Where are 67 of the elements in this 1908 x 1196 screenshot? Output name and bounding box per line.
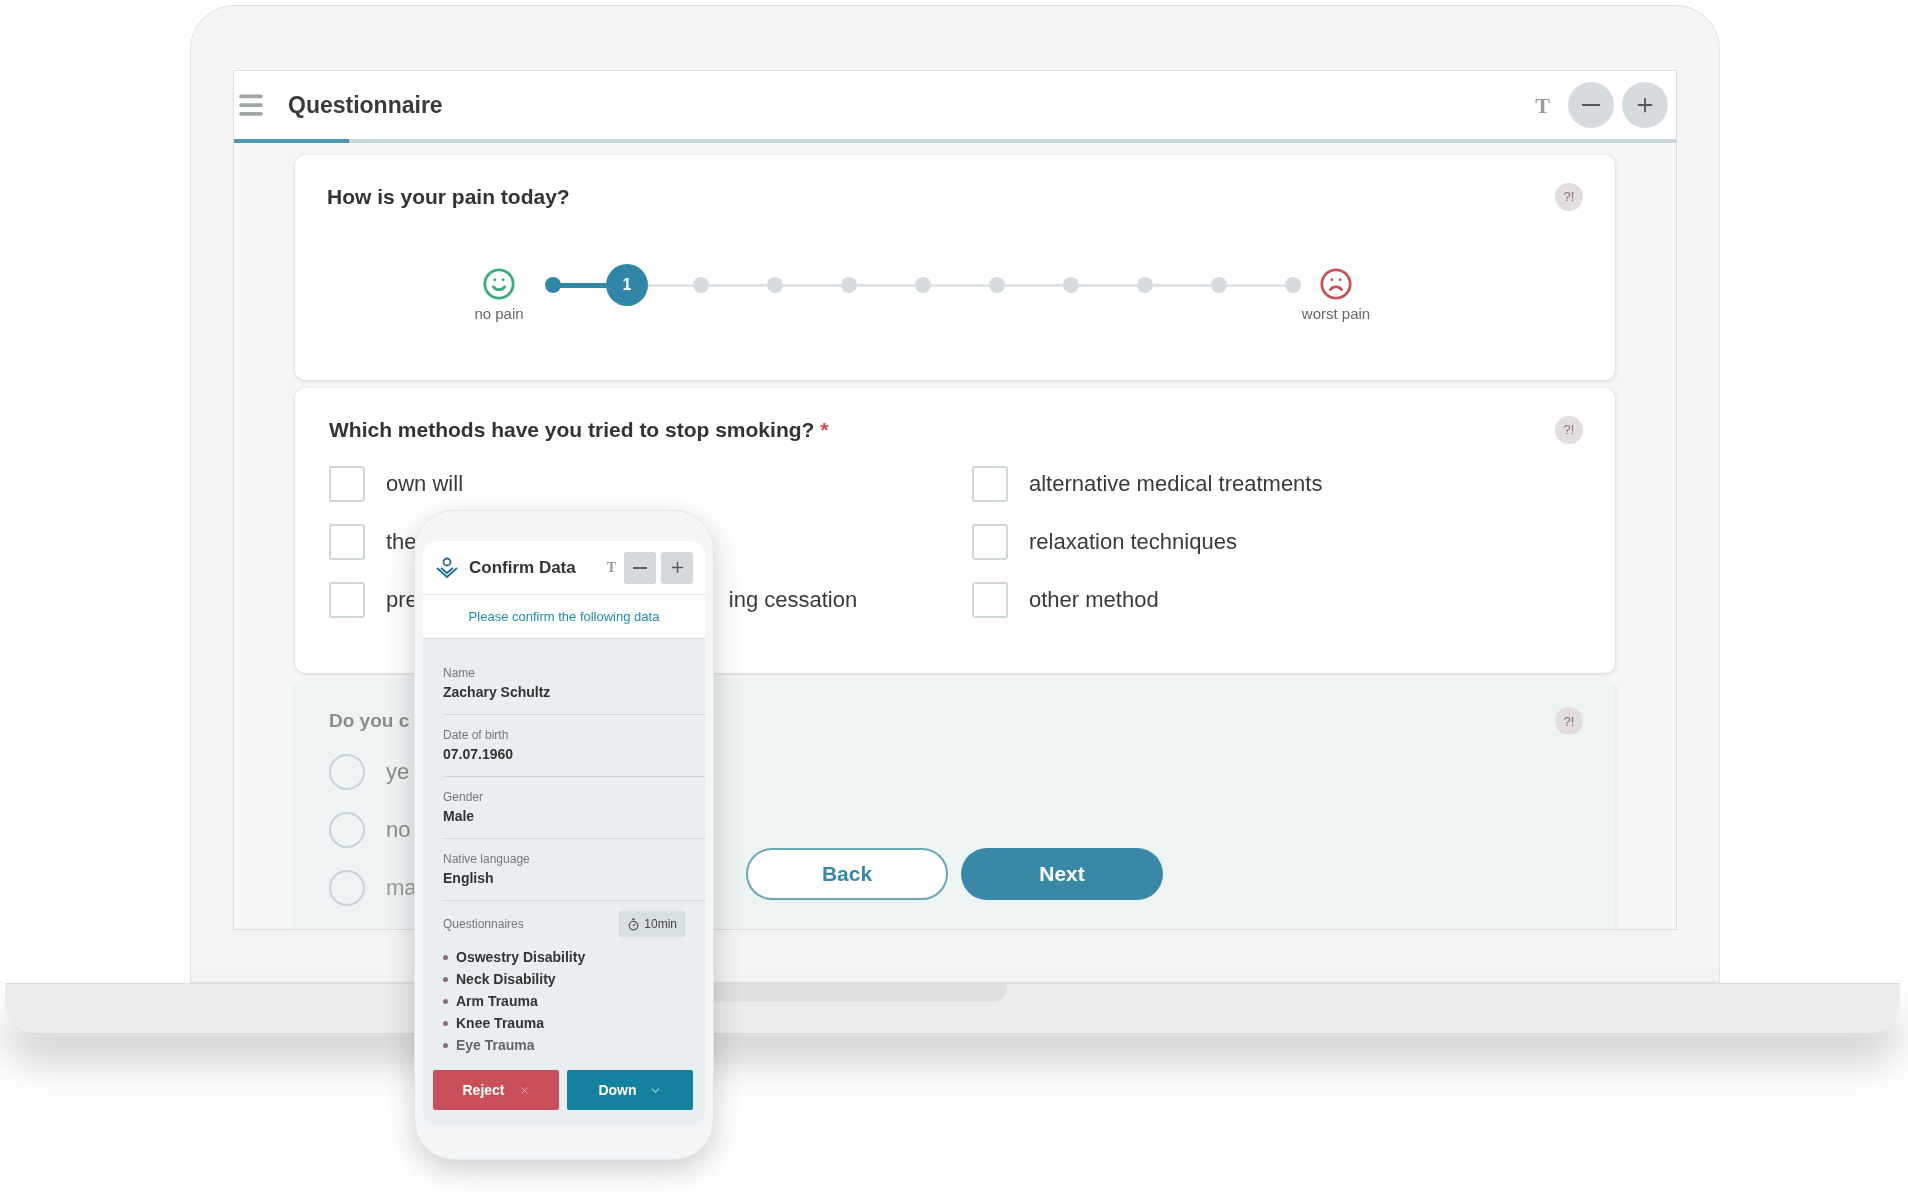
increase-font-button[interactable]	[1622, 82, 1668, 128]
bullet-icon	[443, 1043, 448, 1048]
field-label: Date of birth	[443, 727, 510, 744]
phone-title: Confirm Data	[469, 556, 576, 579]
stopwatch-icon	[627, 917, 641, 931]
bullet-icon	[443, 999, 448, 1004]
field-value: Male	[443, 807, 476, 826]
help-badge[interactable]: ?!	[1555, 182, 1583, 211]
bullet-icon	[443, 1021, 448, 1026]
radio-button[interactable]	[329, 869, 365, 906]
option-label: relaxation techniques	[1029, 528, 1237, 556]
pain-slider[interactable]: 1	[543, 262, 1303, 307]
questionnaire-item: Neck Disability	[456, 970, 556, 989]
field-value: 07.07.1960	[443, 745, 515, 764]
field-value: Zachary Schultz	[443, 683, 552, 702]
phone-subtitle: Please confirm the following data	[468, 607, 660, 626]
option-label: no	[386, 816, 411, 844]
close-icon	[518, 1084, 530, 1096]
help-badge[interactable]: ?!	[1555, 707, 1583, 736]
option-label: ing cessation	[728, 586, 858, 614]
questionnaire-item: Eye Trauma	[456, 1036, 535, 1055]
back-button[interactable]: Back	[746, 848, 948, 900]
minus-icon	[633, 566, 647, 569]
field-label: Gender	[443, 789, 485, 806]
slider-thumb[interactable]: 1	[606, 263, 648, 306]
section-label: Questionnaires	[443, 916, 524, 933]
field-label: Native language	[443, 851, 531, 868]
bullet-icon	[443, 955, 448, 960]
duration-badge: 10min	[619, 911, 685, 937]
questionnaire-item: Oswestry Disability	[456, 948, 586, 967]
page-title: Questionnaire	[288, 90, 443, 120]
scale-point[interactable]	[545, 276, 561, 293]
scale-max-label: worst pain	[1301, 303, 1371, 324]
bullet-icon	[443, 977, 448, 982]
checkbox[interactable]	[972, 465, 1008, 502]
font-size-label[interactable]: T	[606, 557, 616, 578]
checkbox[interactable]	[972, 581, 1008, 618]
scale-min-label: no pain	[474, 303, 524, 324]
checkbox[interactable]	[329, 465, 365, 502]
field-label: Name	[443, 665, 476, 682]
option-label: other method	[1029, 586, 1159, 614]
question-title: How is your pain today?	[327, 184, 570, 210]
radio-button[interactable]	[329, 753, 365, 790]
checkbox[interactable]	[329, 523, 365, 560]
next-button[interactable]: Next	[961, 848, 1163, 900]
radio-button[interactable]	[329, 811, 365, 848]
font-size-label[interactable]: T	[1535, 88, 1550, 122]
reject-button[interactable]: Reject	[433, 1070, 559, 1110]
option-label: alternative medical treatments	[1029, 470, 1323, 498]
minus-icon	[1582, 104, 1600, 106]
hand-with-person-icon	[435, 555, 459, 580]
sad-face-icon	[1319, 266, 1353, 301]
increase-font-button[interactable]	[661, 551, 693, 584]
help-badge[interactable]: ?!	[1555, 415, 1583, 444]
option-label: ye	[386, 758, 410, 786]
questionnaire-item: Knee Trauma	[456, 1014, 544, 1033]
field-value: English	[443, 869, 495, 888]
question-title: Which methods have you tried to stop smoking? *	[329, 417, 829, 443]
smiley-face-icon	[482, 266, 516, 301]
option-label: the	[386, 528, 417, 556]
option-label: own will	[386, 470, 464, 498]
checkbox[interactable]	[972, 523, 1008, 560]
question-title: Do you c	[329, 709, 410, 733]
checkbox[interactable]	[329, 581, 365, 618]
questionnaire-item: Arm Trauma	[456, 992, 538, 1011]
down-button[interactable]: Down	[567, 1070, 693, 1110]
decrease-font-button[interactable]	[624, 551, 656, 584]
